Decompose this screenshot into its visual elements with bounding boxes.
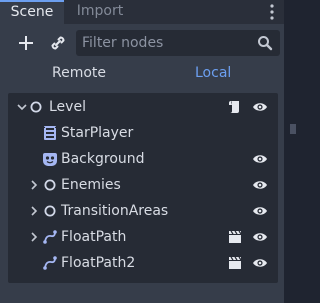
tree-row-enemies[interactable]: Enemies — [8, 172, 278, 198]
tree-row-floatpath[interactable]: FloatPath — [8, 224, 278, 250]
node-circle-icon — [44, 179, 56, 191]
eye-icon[interactable] — [252, 151, 268, 167]
vertical-dots-icon[interactable] — [262, 2, 282, 22]
link-icon[interactable] — [46, 31, 70, 55]
eye-icon[interactable] — [252, 203, 268, 219]
node-circle-icon — [44, 205, 56, 217]
script-icon[interactable] — [227, 99, 243, 115]
tree-row-label: TransitionAreas — [61, 203, 169, 219]
remote-tab[interactable]: Remote — [52, 62, 106, 84]
sprite-icon — [43, 153, 57, 166]
tree-row-label: StarPlayer — [61, 125, 134, 141]
tab-scene[interactable]: Scene — [0, 0, 64, 24]
clapperboard-icon[interactable] — [227, 229, 243, 245]
scene-dock: Scene Import Remote Local — [0, 0, 284, 303]
search-icon — [258, 36, 273, 51]
local-tab[interactable]: Local — [195, 62, 231, 84]
chevron-right-icon[interactable] — [28, 205, 40, 217]
node-circle-icon — [30, 101, 42, 113]
animated-sprite-icon — [44, 126, 56, 140]
tree-row-label: Background — [61, 151, 145, 167]
filter-nodes-field[interactable] — [76, 30, 280, 56]
tree-row-label: Level — [49, 99, 86, 115]
dock-splitter-handle[interactable] — [290, 124, 296, 134]
tree-row-starplayer[interactable]: StarPlayer — [8, 120, 278, 146]
tree-row-label: FloatPath — [61, 229, 127, 245]
eye-icon[interactable] — [252, 177, 268, 193]
path-icon — [43, 230, 57, 244]
tab-import[interactable]: Import — [66, 0, 134, 24]
dock-tab-bar: Scene Import — [0, 0, 284, 24]
filter-nodes-input[interactable] — [82, 32, 252, 54]
path-icon — [43, 256, 57, 270]
plus-icon[interactable] — [14, 31, 38, 55]
scene-tree: Level StarPlayer Background Enemies Tran… — [8, 93, 278, 283]
eye-icon[interactable] — [252, 229, 268, 245]
clapperboard-icon[interactable] — [227, 255, 243, 271]
tree-row-background[interactable]: Background — [8, 146, 278, 172]
chevron-right-icon[interactable] — [28, 231, 40, 243]
eye-icon[interactable] — [252, 99, 268, 115]
eye-icon[interactable] — [252, 255, 268, 271]
tree-row-label: Enemies — [61, 177, 121, 193]
chevron-right-icon[interactable] — [28, 179, 40, 191]
tree-row-floatpath2[interactable]: FloatPath2 — [8, 250, 278, 276]
chevron-down-icon[interactable] — [16, 101, 28, 113]
tree-row-label: FloatPath2 — [61, 255, 136, 271]
tree-row-level[interactable]: Level — [8, 94, 278, 120]
tree-row-transitionareas[interactable]: TransitionAreas — [8, 198, 278, 224]
